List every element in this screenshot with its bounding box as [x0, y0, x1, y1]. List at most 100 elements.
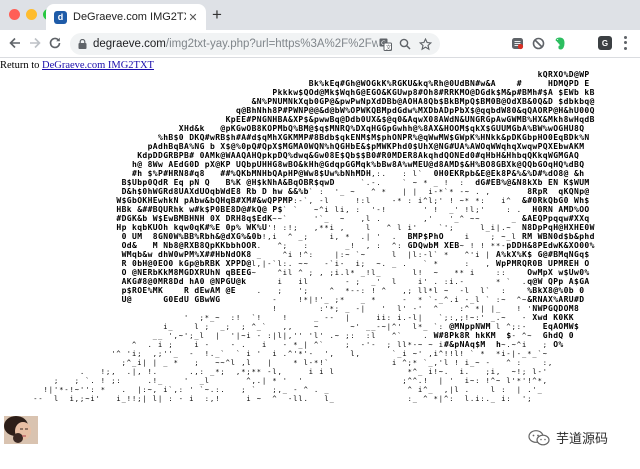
ascii-glyph: i	[246, 332, 250, 340]
star-icon[interactable]	[418, 37, 432, 51]
source-image-thumbnail[interactable]	[4, 416, 38, 444]
ascii-glyph: ^	[423, 395, 427, 403]
block-extension-icon[interactable]	[531, 36, 545, 50]
ascii-glyph: ;	[293, 224, 297, 232]
ascii-glyph: :	[496, 296, 500, 304]
reload-icon[interactable]	[47, 36, 63, 52]
ascii-glyph: '	[449, 377, 453, 385]
ascii-glyph: ~	[148, 386, 152, 394]
ascii-glyph: -	[309, 359, 313, 367]
ascii-glyph: ^	[319, 206, 323, 214]
minimize-window-button[interactable]	[26, 9, 37, 20]
ascii-glyph: D	[579, 295, 584, 304]
ascii-glyph: %	[584, 268, 589, 277]
ascii-glyph: |	[402, 188, 406, 196]
ascii-glyph: '	[324, 350, 328, 358]
ascii-glyph: R	[543, 187, 548, 196]
ascii-glyph: .	[241, 341, 245, 349]
ascii-glyph: '	[439, 359, 443, 367]
ascii-glyph: ~	[376, 260, 380, 268]
ascii-glyph: !	[382, 206, 386, 214]
ascii-glyph: ^	[465, 305, 469, 313]
ascii-glyph: ^	[371, 188, 375, 196]
profile-avatar[interactable]: G	[598, 36, 612, 50]
ascii-glyph: '	[532, 386, 536, 394]
ascii-glyph: `	[293, 206, 297, 214]
ascii-glyph: *	[174, 359, 178, 367]
ascii-glyph: *	[345, 287, 349, 295]
ascii-glyph: :	[496, 269, 500, 277]
ascii-glyph: *	[413, 359, 417, 367]
ascii-glyph: !	[366, 269, 370, 277]
close-window-button[interactable]	[9, 9, 20, 20]
ascii-glyph: |	[387, 323, 391, 331]
shield-extension-icon[interactable]	[510, 36, 524, 50]
address-bar[interactable]: degraeve.com/img2txt-yay.php?url=https%3…	[70, 33, 440, 55]
ascii-glyph: '	[304, 350, 308, 358]
ascii-glyph: :	[319, 305, 323, 313]
ascii-glyph: |	[517, 386, 521, 394]
ascii-glyph: |	[215, 332, 219, 340]
ascii-glyph: *	[205, 314, 209, 322]
ascii-glyph: '	[512, 377, 516, 385]
ascii-glyph: '	[189, 386, 193, 394]
ascii-glyph: ^	[288, 233, 292, 241]
ascii-glyph: '	[184, 314, 188, 322]
ascii-glyph: l	[434, 287, 438, 295]
lock-icon[interactable]	[78, 39, 87, 49]
ascii-glyph: ;	[75, 377, 79, 385]
zoom-icon[interactable]	[398, 37, 412, 51]
url-text[interactable]: degraeve.com/img2txt-yay.php?url=https%3…	[93, 38, 378, 50]
ascii-glyph: !	[449, 197, 453, 205]
ascii-glyph: i	[491, 224, 495, 232]
new-tab-button[interactable]: +	[208, 6, 226, 24]
ascii-glyph: _	[345, 305, 350, 313]
ascii-glyph: '	[413, 224, 417, 232]
ascii-glyph: ~	[215, 359, 219, 367]
ascii-glyph: ~	[241, 332, 245, 340]
ascii-glyph: k	[200, 124, 205, 133]
ascii-glyph: :	[506, 395, 510, 403]
ascii-glyph: '	[371, 206, 375, 214]
ascii-glyph: l	[288, 269, 292, 277]
ascii-glyph: .	[283, 350, 287, 358]
ascii-glyph: :	[506, 206, 510, 214]
ascii-glyph: :	[475, 314, 479, 322]
ascii-glyph: '	[366, 341, 370, 349]
ascii-glyph: ;	[387, 341, 391, 349]
ascii-glyph: ~	[205, 386, 209, 394]
ascii-glyph: :	[475, 377, 479, 385]
ascii-glyph: '	[376, 233, 380, 241]
ascii-glyph: ~	[257, 395, 261, 403]
ascii-glyph: _	[163, 359, 168, 367]
ascii-glyph: ,	[361, 215, 365, 223]
ascii-glyph: l	[293, 395, 297, 403]
ascii-glyph: i	[90, 395, 94, 403]
ascii-glyph: -	[340, 260, 344, 268]
ascii-glyph: l	[413, 170, 417, 178]
forward-arrow-icon[interactable]	[27, 36, 43, 52]
ascii-glyph: !	[101, 368, 105, 376]
ascii-glyph: 8	[236, 187, 241, 196]
browser-tab[interactable]: d DeGraeve.com IMG2TXT ✕	[46, 4, 206, 30]
ascii-glyph: '	[54, 386, 58, 394]
ascii-glyph: *	[496, 278, 500, 286]
back-arrow-icon[interactable]	[7, 36, 23, 52]
ascii-glyph: '	[335, 188, 339, 196]
ascii-glyph: l	[371, 269, 375, 277]
ascii-glyph: ~	[350, 188, 354, 196]
browser-menu-icon[interactable]	[620, 35, 630, 51]
ascii-glyph: -	[506, 350, 510, 358]
evernote-icon[interactable]	[552, 36, 566, 50]
close-icon[interactable]: ✕	[186, 11, 200, 24]
ascii-glyph: ~	[304, 260, 308, 268]
ascii-glyph: ;	[246, 368, 250, 376]
ascii-glyph: *	[252, 368, 256, 376]
ascii-glyph: `	[330, 260, 334, 268]
ascii-glyph: .	[148, 377, 152, 385]
ascii-glyph: |	[137, 386, 141, 394]
ascii-glyph: |	[304, 341, 308, 349]
ascii-glyph: ;	[335, 305, 339, 313]
ascii-glyph: *	[314, 359, 318, 367]
translate-icon[interactable]: G文	[378, 37, 392, 51]
